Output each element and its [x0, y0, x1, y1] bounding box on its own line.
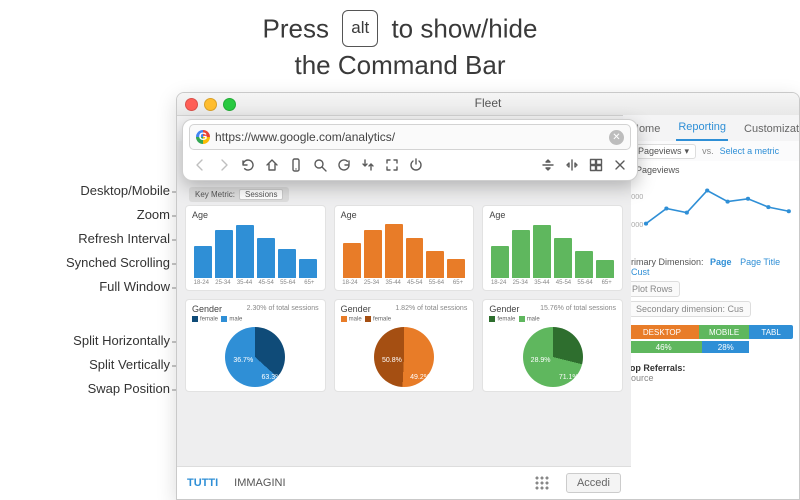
primary-dimension-row: Primary Dimension: Page Page Title Cust	[625, 257, 793, 277]
site-favicon: G	[196, 130, 210, 144]
legend-label: Pageviews	[636, 165, 680, 175]
command-bar: G https://www.google.com/analytics/ ✕	[182, 119, 638, 181]
callout-label: Synched Scrolling	[66, 255, 170, 275]
close-commandbar-button[interactable]	[609, 154, 631, 176]
sync-scroll-button[interactable]	[357, 154, 379, 176]
callout-label: Swap Position	[88, 381, 170, 401]
callout-label: Split Horizontally	[73, 333, 170, 353]
device-stack-bar: DESKTOPMOBILETABL	[625, 325, 793, 339]
overview-panel: Pageviews 4,000 2,000 Primary Dimension:…	[618, 161, 799, 499]
footer-tab-immagini[interactable]: IMMAGINI	[234, 477, 285, 489]
headline-suffix: the Command Bar	[295, 50, 506, 80]
top-referrals-title: Top Referrals:	[625, 363, 793, 373]
dim-page[interactable]: Page	[710, 257, 732, 267]
swap-position-button[interactable]	[585, 154, 607, 176]
signin-button[interactable]: Accedi	[566, 473, 621, 493]
gender-chart: Gender1.82% of total sessionsmale female…	[334, 299, 475, 392]
analytics-body: Converters11.46%iOS Traffic95.04%Android…	[177, 141, 631, 499]
gender-chart: Gender2.30% of total sessionsfemale male…	[185, 299, 326, 392]
plot-rows-button[interactable]: Plot Rows	[625, 281, 680, 297]
callout-label: Desktop/Mobile	[80, 183, 170, 203]
age-chart: Age18-2425-3435-4445-5455-6465+	[185, 205, 326, 291]
secondary-dimension-button[interactable]: Secondary dimension: Cus	[629, 301, 751, 317]
zoom-button[interactable]	[309, 154, 331, 176]
alt-keycap: alt	[342, 10, 378, 47]
gender-row: Gender2.30% of total sessionsfemale male…	[177, 293, 631, 394]
instruction-headline: Press alt to show/hide the Command Bar	[0, 12, 800, 81]
headline-prefix: Press	[263, 13, 329, 43]
top-referrals-col: Source	[625, 373, 793, 383]
back-button[interactable]	[189, 154, 211, 176]
callout-label: Full Window	[99, 279, 170, 299]
select-metric-link[interactable]: Select a metric	[720, 146, 780, 156]
home-button[interactable]	[261, 154, 283, 176]
power-button[interactable]	[405, 154, 427, 176]
dim-page-title[interactable]: Page Title	[740, 257, 780, 267]
footer-tab-tutti[interactable]: TUTTI	[187, 477, 218, 489]
url-field[interactable]: G https://www.google.com/analytics/ ✕	[189, 124, 631, 150]
app-window: Fleet G https://www.google.com/analytics…	[176, 92, 800, 500]
gender-chart: Gender15.76% of total sessionsfemale mal…	[482, 299, 623, 392]
key-metric-pill[interactable]: Key Metric: Sessions	[189, 187, 289, 202]
refresh-interval-button[interactable]	[333, 154, 355, 176]
metric-selector-bar: Pageviews ▾ vs. Select a metric	[623, 141, 799, 161]
section-tab[interactable]: Customizati	[742, 117, 800, 141]
split-vertical-button[interactable]	[561, 154, 583, 176]
callout-label: Refresh Interval	[78, 231, 170, 251]
page-footer-bar: TUTTI IMMAGINI Accedi	[177, 466, 631, 499]
section-tabs: HomeReportingCustomizati	[623, 115, 799, 142]
url-text: https://www.google.com/analytics/	[215, 130, 395, 144]
reload-button[interactable]	[237, 154, 259, 176]
desktop-mobile-button[interactable]	[285, 154, 307, 176]
window-title: Fleet	[177, 96, 799, 110]
dim-custom[interactable]: Cust	[631, 267, 650, 277]
forward-button[interactable]	[213, 154, 235, 176]
split-horizontal-button[interactable]	[537, 154, 559, 176]
clear-url-icon[interactable]: ✕	[609, 130, 624, 145]
headline-mid: to show/hide	[391, 13, 537, 43]
full-window-button[interactable]	[381, 154, 403, 176]
window-titlebar: Fleet	[177, 93, 799, 116]
pageviews-line-chart: 4,000 2,000	[625, 179, 793, 249]
callout-label: Zoom	[137, 207, 170, 227]
age-chart: Age18-2425-3435-4445-5455-6465+	[334, 205, 475, 291]
command-bar-icons	[189, 154, 631, 176]
metric-dropdown[interactable]: Pageviews ▾	[631, 144, 696, 159]
apps-grid-icon[interactable]	[534, 475, 550, 491]
vs-label: vs.	[702, 146, 714, 156]
callout-label: Split Vertically	[89, 357, 170, 377]
section-tab[interactable]: Reporting	[676, 115, 728, 141]
device-stack-pct: 46%28%	[625, 341, 793, 353]
age-chart: Age18-2425-3435-4445-5455-6465+	[482, 205, 623, 291]
